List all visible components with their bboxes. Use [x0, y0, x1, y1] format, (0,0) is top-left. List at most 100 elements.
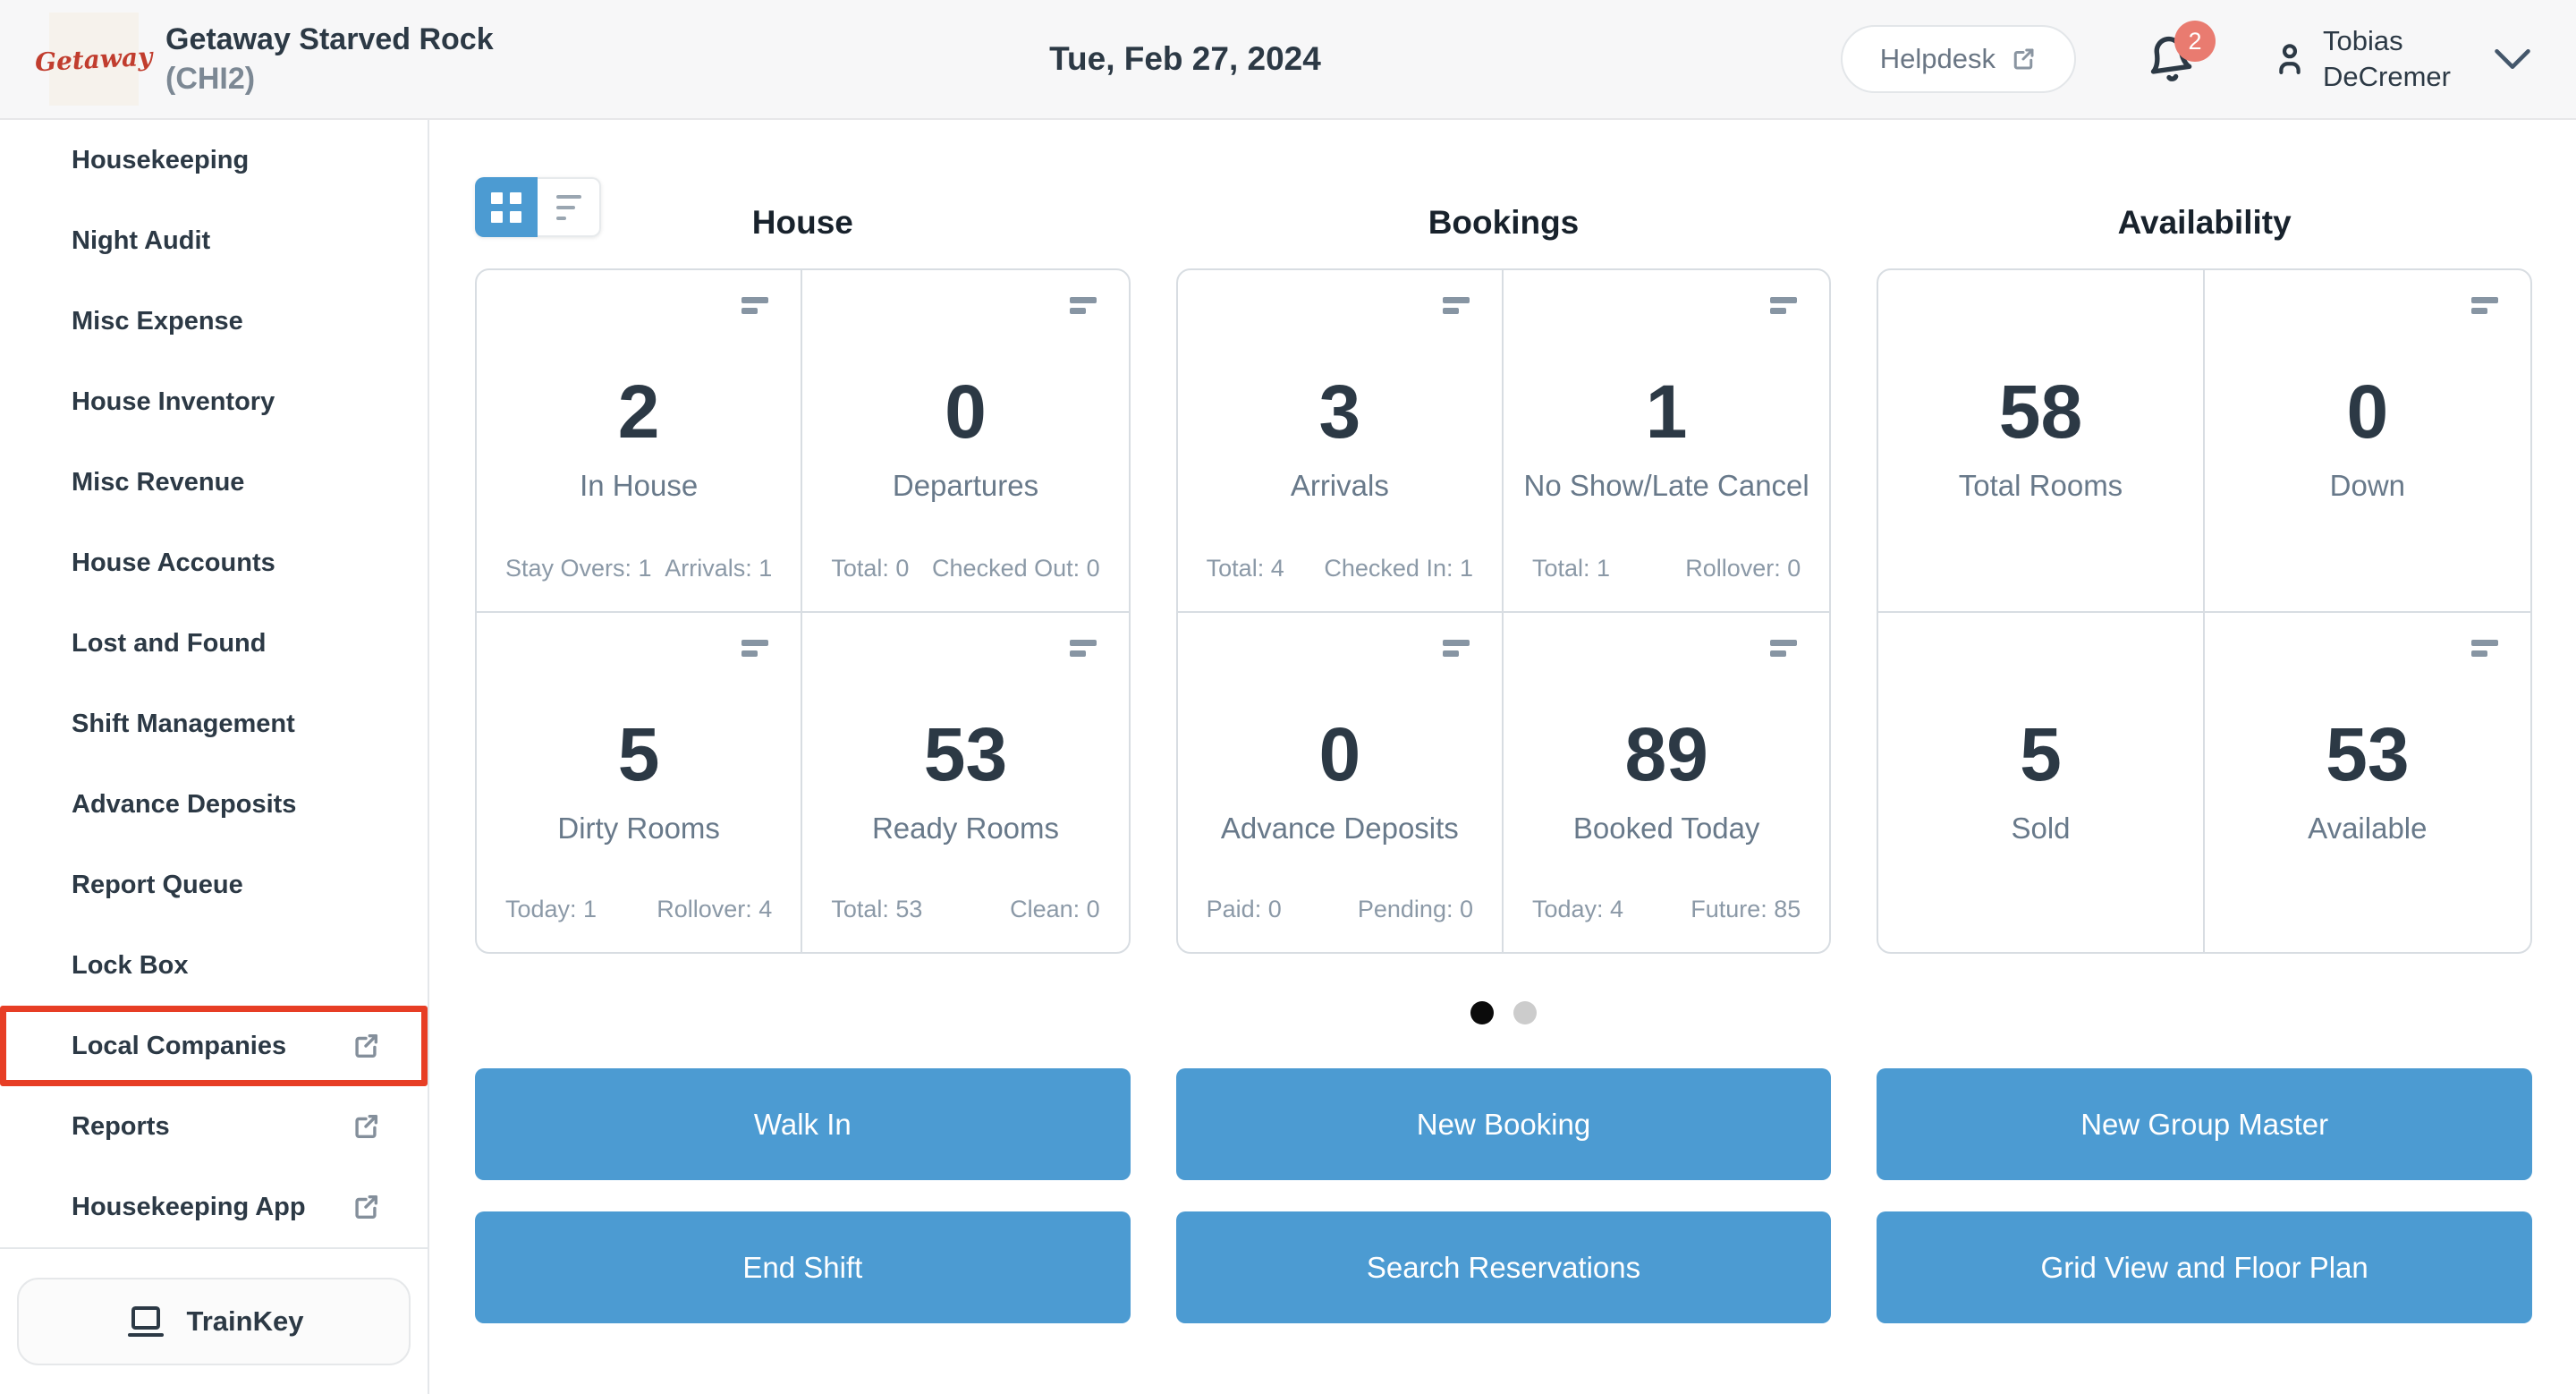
stat-label: Arrivals	[1291, 469, 1389, 503]
helpdesk-button[interactable]: Helpdesk	[1841, 25, 2076, 93]
sidebar-item-label: Shift Management	[72, 710, 295, 739]
stat-value: 53	[924, 717, 1007, 792]
sidebar-item-shift-management[interactable]: Shift Management	[0, 684, 428, 764]
sidebar-item-lock-box[interactable]: Lock Box	[0, 925, 428, 1006]
sidebar-item-housekeeping-app[interactable]: Housekeeping App	[0, 1167, 428, 1247]
card-menu-icon[interactable]	[1070, 297, 1097, 314]
grid-view-and-floor-plan-button[interactable]: Grid View and Floor Plan	[1877, 1211, 2532, 1323]
substat-left: Total: 4	[1207, 555, 1284, 582]
sidebar-item-label: Reports	[72, 1112, 170, 1142]
stat-value: 0	[945, 374, 987, 449]
carousel-dot-1[interactable]	[1470, 1001, 1494, 1024]
stat-card-sold: 5Sold	[1878, 611, 2204, 952]
sidebar-item-local-companies[interactable]: Local Companies	[0, 1006, 428, 1086]
card-menu-icon[interactable]	[1770, 640, 1797, 657]
sidebar-item-label: House Accounts	[72, 548, 275, 578]
sidebar-items: HousekeepingNight Audit Misc Expense House…	[0, 120, 428, 1247]
card-menu-icon[interactable]	[1443, 297, 1470, 314]
stat-substats: Today: 4Future: 85	[1532, 896, 1801, 923]
stat-label: Advance Deposits	[1221, 812, 1459, 846]
stat-value: 0	[2346, 374, 2388, 449]
stat-card-down: 0 Down	[2205, 270, 2530, 611]
property-name: Getaway Starved Rock	[165, 20, 494, 59]
header-right: Helpdesk 2 Tobias DeCremer	[1841, 23, 2531, 95]
external-link-icon	[351, 1192, 381, 1222]
stat-card-total-rooms: 58 Total Rooms	[1878, 270, 2204, 611]
substat-left: Paid: 0	[1207, 896, 1282, 923]
current-date: Tue, Feb 27, 2024	[1049, 40, 1321, 78]
card-menu-icon[interactable]	[1070, 640, 1097, 657]
header: Getaway Getaway Starved Rock (CHI2) Tue,…	[0, 0, 2576, 120]
stat-label: Ready Rooms	[872, 812, 1059, 846]
stat-value: 5	[2020, 717, 2062, 792]
stat-label: Down	[2330, 469, 2405, 503]
notifications-button[interactable]: 2	[2146, 35, 2194, 83]
card-menu-icon[interactable]	[1443, 640, 1470, 657]
external-link-icon	[2010, 46, 2037, 72]
new-group-master-button[interactable]: New Group Master	[1877, 1068, 2532, 1180]
external-link-icon	[351, 1031, 381, 1061]
sidebar-item-label: Report Queue	[72, 871, 243, 900]
list-view-button[interactable]	[538, 177, 601, 237]
new-booking-button[interactable]: New Booking	[1176, 1068, 1832, 1180]
sidebar-item-lost-and-found[interactable]: Lost and Found	[0, 603, 428, 684]
laptop-icon	[124, 1300, 167, 1343]
stat-value: 1	[1646, 374, 1688, 449]
stat-label: No Show/Late Cancel	[1524, 469, 1809, 503]
substat-right: Clean: 0	[1010, 896, 1100, 923]
stat-substats: Stay Overs: 1Arrivals: 1	[505, 555, 772, 582]
stat-label: Total Rooms	[1959, 469, 2123, 503]
property-code: (CHI2)	[165, 59, 494, 98]
sidebar-item-label: Local Companies	[72, 1032, 286, 1061]
card-menu-icon[interactable]	[1770, 297, 1797, 314]
user-menu[interactable]: Tobias DeCremer	[2271, 23, 2451, 95]
grid-view-button[interactable]	[475, 177, 538, 237]
section-title-availability: Availability	[1877, 204, 2532, 242]
stat-substats: Total: 1Rollover: 0	[1532, 555, 1801, 582]
walk-in-button[interactable]: Walk In	[475, 1068, 1131, 1180]
sidebar-item-house-inventory[interactable]: House Inventory	[0, 361, 428, 442]
substat-right: Rollover: 0	[1685, 555, 1801, 582]
trainkey-button[interactable]: TrainKey	[17, 1278, 411, 1365]
stat-card-departures: 0DeparturesTotal: 0Checked Out: 0	[802, 270, 1128, 611]
search-reservations-button[interactable]: Search Reservations	[1176, 1211, 1832, 1323]
card-menu-icon[interactable]	[2471, 640, 2498, 657]
stat-value: 89	[1624, 717, 1707, 792]
section-availability: 58 Total Rooms 0 Down 5Sold 53 Available	[1877, 268, 2532, 954]
sidebar-item-report-queue[interactable]: Report Queue	[0, 845, 428, 925]
stat-value: 0	[1318, 717, 1360, 792]
sidebar-item-label: Housekeeping App	[72, 1193, 306, 1222]
substat-left: Stay Overs: 1	[505, 555, 652, 582]
sidebar-item-label: Lost and Found	[72, 629, 266, 659]
card-menu-icon[interactable]	[741, 297, 768, 314]
sidebar-item-label: Advance Deposits	[72, 790, 296, 820]
substat-left: Today: 4	[1532, 896, 1623, 923]
sidebar-item-label: Misc Expense	[72, 307, 243, 336]
sidebar-item-house-accounts[interactable]: House Accounts	[0, 523, 428, 603]
chevron-down-icon[interactable]	[2494, 47, 2531, 71]
sidebar-item-reports[interactable]: Reports	[0, 1086, 428, 1167]
card-menu-icon[interactable]	[741, 640, 768, 657]
carousel-dot-2[interactable]	[1513, 1001, 1537, 1024]
sidebar-item-night-audit[interactable]: Night Audit	[0, 200, 428, 281]
stat-card-no-show-late-cancel: 1 No Show/Late Cancel Total: 1Rollover: 0	[1504, 270, 1829, 611]
end-shift-button[interactable]: End Shift	[475, 1211, 1131, 1323]
substat-right: Checked In: 1	[1324, 555, 1473, 582]
sidebar-item-housekeeping[interactable]: Housekeeping	[0, 120, 428, 200]
body-row: HousekeepingNight Audit Misc Expense House…	[0, 120, 2576, 1394]
sidebar-item-label: House Inventory	[72, 387, 275, 417]
sidebar: HousekeepingNight Audit Misc Expense House…	[0, 120, 429, 1394]
sidebar-item-misc-revenue[interactable]: Misc Revenue	[0, 442, 428, 523]
card-menu-icon[interactable]	[2471, 297, 2498, 314]
logo-text: Getaway	[35, 41, 154, 77]
user-name-line2: DeCremer	[2323, 59, 2451, 95]
helpdesk-label: Helpdesk	[1880, 43, 1996, 75]
sidebar-item-misc-expense[interactable]: Misc Expense	[0, 281, 428, 361]
stat-label: Available	[2308, 812, 2427, 846]
sidebar-item-advance-deposits[interactable]: Advance Deposits	[0, 764, 428, 845]
stat-value: 58	[1999, 374, 2082, 449]
substat-right: Rollover: 4	[657, 896, 772, 923]
stat-value: 53	[2326, 717, 2409, 792]
app-logo[interactable]: Getaway	[49, 13, 139, 106]
external-link-icon	[351, 1111, 381, 1142]
